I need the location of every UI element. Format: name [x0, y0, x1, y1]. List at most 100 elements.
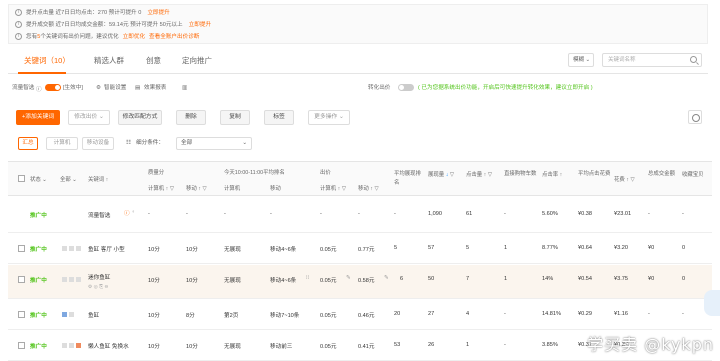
tab-creative[interactable]: 创意	[146, 55, 161, 66]
table-row[interactable]: 推广中 鱼缸 客厅 小型 10分 10分 无展现 移动4~6条 0.05元 0.…	[8, 234, 712, 264]
status-text: 推广中	[30, 313, 47, 319]
direct-buy-header[interactable]: 直接购物车数	[504, 170, 540, 179]
collect: -	[682, 311, 684, 317]
clicks-header[interactable]: 点击量 ↑ ▽	[466, 170, 492, 178]
off-icon: ◐	[132, 209, 136, 215]
all-header[interactable]: 全部 ⌄	[60, 175, 77, 183]
bid-mobile-header[interactable]: 移动 ↑ ▽	[358, 184, 379, 192]
mobile-device-icon	[69, 343, 74, 348]
improve-click-link[interactable]: 立即提升	[147, 10, 169, 16]
match-mode-select[interactable]: 模糊 ⌄	[568, 53, 594, 67]
pc-device-icon	[62, 343, 67, 348]
modify-match-button[interactable]: 修改匹配方式	[118, 110, 162, 125]
traffic-smart-toggle[interactable]	[45, 82, 61, 94]
gmv-header[interactable]: 总成交金额	[648, 170, 678, 179]
impressions-header[interactable]: 展现量 ↓ ▽	[428, 170, 454, 178]
bid-diagnosis-link[interactable]: 查看全账户出价诊断	[149, 34, 199, 40]
row-action-icons[interactable]: ⚙ ◎ ⎘ ⊖	[88, 284, 108, 290]
help-float-icon[interactable]	[704, 290, 720, 316]
qs-pc-header[interactable]: 计算机 ↑ ▽	[148, 184, 174, 192]
select-all-checkbox[interactable]	[18, 175, 25, 182]
bid-pc[interactable]: 0.05元	[320, 245, 336, 253]
segment-value: 全部	[181, 140, 193, 146]
rank-pc-header: 计算机	[224, 186, 241, 192]
delete-button[interactable]: 删除	[176, 110, 206, 125]
bid-pc[interactable]: 0.05元	[320, 342, 336, 350]
computer-chip[interactable]: 计算机	[46, 137, 78, 150]
keyword-search-input[interactable]: 关键词名称	[602, 53, 702, 67]
row-checkbox[interactable]	[18, 276, 25, 283]
keyword-header[interactable]: 关键词 ↑	[88, 175, 108, 183]
bid-mobile[interactable]: 0.46元	[358, 311, 374, 319]
bid-mobile[interactable]: 0.41元	[358, 342, 374, 350]
all-header-label: 全部	[60, 177, 71, 183]
bid-mobile[interactable]: 0.77元	[358, 245, 374, 253]
tab-keywords[interactable]: 关键词（10）	[24, 55, 70, 66]
keyword-text[interactable]: 鱼缸 客厅 小型	[88, 245, 125, 253]
gmv: -	[648, 211, 650, 217]
notice-gmv-line: i 提升成交额 近7日日均成交金额：59.14元 预计可提升 50元以上 立即提升	[15, 20, 211, 30]
status-header[interactable]: 状态 ⌄	[30, 175, 47, 183]
segment-select[interactable]: 全部 ⌄	[176, 137, 252, 150]
tag-color-icon	[76, 343, 81, 348]
search-icon[interactable]	[690, 56, 697, 63]
watermark-text: 学买卖 @kykpn	[587, 335, 714, 354]
improve-gmv-link[interactable]: 立即提升	[189, 22, 211, 28]
row-checkbox[interactable]	[18, 342, 25, 349]
effect-report-link[interactable]: 效果报表	[144, 82, 166, 94]
table-row[interactable]: 推广中 流量智选 ⓘ ◐ - - - - - - - 1,090 61 - 5.…	[8, 197, 712, 233]
settings-icon[interactable]	[688, 110, 702, 124]
avg-cpc-header[interactable]: 平均点击花费	[578, 170, 612, 179]
convert-bid-toggle[interactable]	[398, 82, 414, 94]
qs-mobile: 8分	[186, 313, 195, 319]
clicks: 5	[466, 245, 470, 251]
pc-device-icon	[62, 312, 67, 317]
row-checkbox[interactable]	[18, 311, 25, 318]
segment-icon: ☷	[126, 140, 132, 146]
ctr-header[interactable]: 点击率 ↑	[542, 170, 562, 178]
add-keyword-button[interactable]: +添加关键词	[16, 110, 60, 125]
notice-bid-pre: 您有	[26, 34, 38, 40]
bid-pc-header[interactable]: 计算机 ↑ ▽	[320, 184, 346, 192]
keyword-text[interactable]: 迷你鱼缸	[88, 273, 110, 281]
avg-rank-header[interactable]: 平均展现排名	[394, 170, 424, 188]
tab-bar: 关键词（10） 精选人群 创意 定向推广 模糊 ⌄ 关键词名称	[8, 50, 708, 74]
mobile-device-icon	[69, 312, 74, 317]
collect-header[interactable]: 收藏宝贝	[682, 170, 704, 178]
keyword-text[interactable]: 鱼缸	[88, 311, 99, 319]
qs-mobile: 10分	[186, 278, 198, 284]
edit-icon[interactable]: ✎	[346, 275, 351, 281]
mobile-chip[interactable]: 移动设备	[82, 137, 114, 150]
ctr: 14.81%	[542, 311, 561, 317]
cost-header[interactable]: 花费 ↑ ▽	[614, 175, 635, 183]
direct-buy: -	[504, 211, 506, 217]
modify-bid-button[interactable]: 修改出价 ⌄	[68, 110, 110, 125]
cost-header-label: 花费	[614, 177, 625, 183]
more-actions-button[interactable]: 更多操作 ⌄	[308, 110, 350, 125]
cost: ¥23.01	[614, 211, 632, 217]
notice-gmv-text: 提升成交额 近7日日均成交金额：59.14元 预计可提升 50元以上	[26, 22, 183, 28]
bid-pc[interactable]: 0.05元	[320, 276, 336, 284]
optimize-now-link[interactable]: 立即优化	[123, 34, 145, 40]
tab-targeting[interactable]: 定向推广	[182, 55, 212, 66]
row-checkbox[interactable]	[18, 245, 25, 252]
bid-pc[interactable]: 0.05元	[320, 311, 336, 319]
bid-pc: -	[320, 211, 322, 217]
smart-setting-link[interactable]: 智能设置	[104, 82, 126, 94]
table-row[interactable]: 推广中 迷你鱼缸 ⚙ ◎ ⎘ ⊖ 10分 10分 无展现 移动4~6条 ⁞⁞ 0…	[8, 265, 712, 299]
summary-chip[interactable]: 汇总	[18, 137, 38, 150]
bid-group-header: 出价	[320, 170, 331, 176]
copy-button[interactable]: 复制	[220, 110, 250, 125]
rank-chart-icon[interactable]: ⁞⁞	[306, 275, 309, 281]
edit-icon[interactable]: ✎	[384, 275, 389, 281]
cost: ¥1.16	[614, 311, 628, 317]
tag-button[interactable]: 标签	[264, 110, 294, 125]
clicks: 61	[466, 211, 473, 217]
tab-crowd[interactable]: 精选人群	[94, 55, 124, 66]
qs-mobile-header[interactable]: 移动 ↑ ▽	[186, 184, 207, 192]
bid-mobile[interactable]: 0.58元	[358, 276, 374, 284]
table-row[interactable]: 推广中 鱼缸 10分 8分 第2页 移动7~10条 0.05元 0.46元 20…	[8, 300, 712, 330]
more-actions-label: 更多操作	[314, 114, 338, 120]
impressions-header-label: 展现量	[428, 172, 445, 178]
keyword-text[interactable]: 懒人鱼缸 免换水	[88, 342, 129, 350]
